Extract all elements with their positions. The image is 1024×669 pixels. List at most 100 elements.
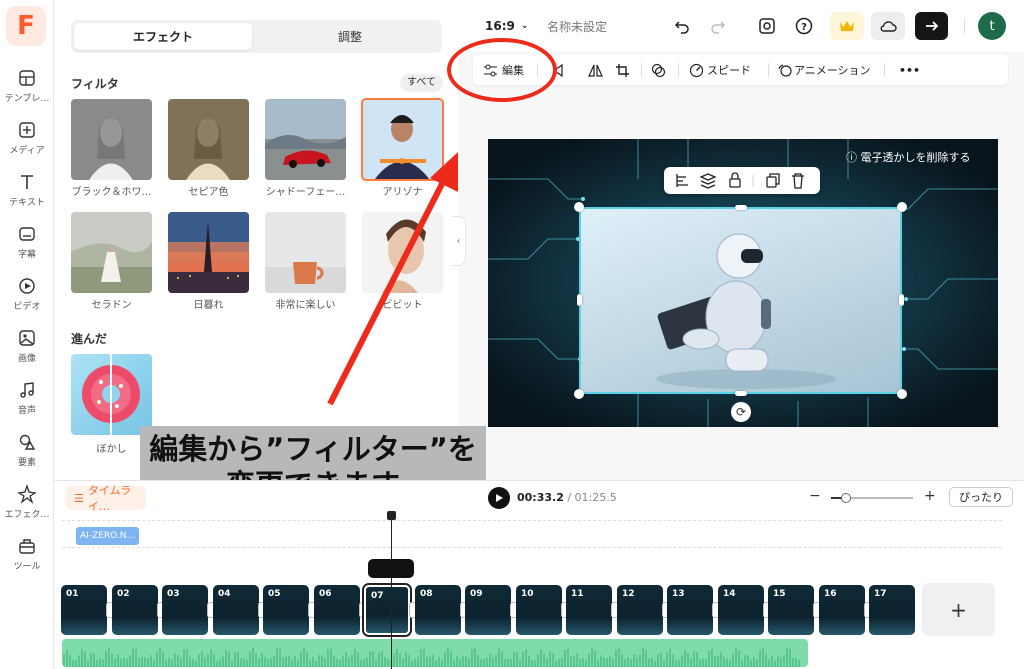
- play-button[interactable]: [488, 487, 510, 509]
- clip-number: 08: [420, 589, 433, 599]
- resize-handle[interactable]: [574, 389, 584, 399]
- avatar[interactable]: t: [978, 12, 1006, 40]
- timeline-clip[interactable]: 10: [516, 585, 562, 635]
- redo-icon: [711, 21, 726, 34]
- clip-thumbnail: [213, 617, 259, 635]
- divider: [964, 18, 965, 34]
- timeline-clip[interactable]: 16: [819, 585, 865, 635]
- filter-thumbnail[interactable]: [361, 98, 444, 181]
- export-button[interactable]: [915, 12, 948, 40]
- timeline-clip[interactable]: 03: [162, 585, 208, 635]
- playhead[interactable]: [391, 514, 392, 669]
- cloud-icon: [880, 21, 897, 32]
- music-icon: [20, 382, 34, 398]
- audio-waveform: [63, 647, 800, 667]
- sidebar-item-media-add[interactable]: メディア: [0, 118, 54, 164]
- clip-number: 15: [773, 589, 786, 599]
- divider: [768, 63, 769, 77]
- filter-effects-button[interactable]: [651, 60, 666, 80]
- sidebar-item-label: 字幕: [17, 250, 36, 260]
- filter-thumbnail[interactable]: [71, 212, 152, 293]
- timeline-clip[interactable]: 09: [465, 585, 511, 635]
- sidebar-item-subtitle[interactable]: 字幕: [0, 222, 54, 268]
- filter-thumbnail[interactable]: [362, 212, 443, 293]
- lock-icon: [729, 172, 741, 188]
- timeline-clip[interactable]: 15: [768, 585, 814, 635]
- resize-handle[interactable]: [897, 202, 907, 212]
- sidebar-item-effects[interactable]: エフェク…: [0, 482, 54, 528]
- filter-thumbnail[interactable]: [168, 99, 249, 180]
- timeline-clip[interactable]: 12: [617, 585, 663, 635]
- undo-button[interactable]: [671, 12, 693, 40]
- resize-handle[interactable]: [897, 389, 907, 399]
- chevron-down-icon: ⌄: [520, 21, 529, 31]
- zoom-slider[interactable]: [831, 493, 913, 503]
- selected-media[interactable]: [579, 207, 902, 394]
- robot-image: [656, 233, 836, 389]
- audio-track[interactable]: [62, 639, 808, 667]
- rotate-handle[interactable]: ⟳: [731, 402, 751, 422]
- left-sidebar: F テンプレ… メディアテキスト字幕ビデオ画像音声要素エフェク… ツール: [0, 0, 54, 669]
- help-button[interactable]: ?: [792, 12, 816, 40]
- timeline-clip[interactable]: 13: [667, 585, 713, 635]
- blur-thumbnail[interactable]: [71, 354, 152, 435]
- flip-button[interactable]: [588, 60, 603, 80]
- tab-effects[interactable]: エフェクト: [74, 23, 252, 50]
- timeline-toggle-button[interactable]: ☰ タイムライ…: [66, 484, 146, 513]
- filter-thumbnail[interactable]: [71, 99, 152, 180]
- speed-button[interactable]: スピード: [689, 60, 751, 80]
- timeline-clip[interactable]: 11: [566, 585, 612, 635]
- zoom-slider-knob[interactable]: [840, 493, 851, 503]
- sidebar-item-text[interactable]: テキスト: [0, 170, 54, 216]
- watermark-label: 電子透かしを削除する: [860, 151, 971, 164]
- timeline-clip[interactable]: 08: [415, 585, 461, 635]
- timeline-clip[interactable]: 02: [112, 585, 158, 635]
- timeline-clip[interactable]: 04: [213, 585, 259, 635]
- zoom-out-button[interactable]: −: [809, 488, 821, 504]
- remove-watermark-button[interactable]: ⓘ 電子透かしを削除する: [846, 149, 971, 165]
- app-logo[interactable]: F: [6, 6, 46, 46]
- filter-thumbnail[interactable]: [265, 99, 346, 180]
- more-options-button[interactable]: •••: [899, 60, 920, 80]
- timeline-clip[interactable]: 14: [718, 585, 764, 635]
- tab-adjust[interactable]: 調整: [261, 23, 439, 50]
- timeline-clip[interactable]: 07: [364, 585, 410, 635]
- sidebar-item-template[interactable]: テンプレ…: [0, 66, 54, 112]
- project-name[interactable]: 名称未設定: [547, 12, 607, 40]
- clip-thumbnail: [61, 617, 107, 635]
- resize-handle[interactable]: [735, 205, 747, 210]
- redo-button[interactable]: [707, 12, 729, 40]
- record-button[interactable]: [755, 12, 779, 40]
- crop-button[interactable]: [615, 60, 630, 80]
- timeline-clip[interactable]: 05: [263, 585, 309, 635]
- image-icon: [19, 330, 35, 346]
- clip-number: 09: [470, 589, 483, 599]
- resize-handle[interactable]: [574, 202, 584, 212]
- sidebar-item-music[interactable]: 音声: [0, 378, 54, 424]
- see-all-button[interactable]: すべて: [400, 74, 443, 92]
- text-clip[interactable]: AI-ZERO.N…: [76, 527, 140, 545]
- timeline-clip[interactable]: 01: [61, 585, 107, 635]
- resize-handle[interactable]: [899, 294, 904, 306]
- timeline-clip[interactable]: 06: [314, 585, 360, 635]
- aspect-ratio-selector[interactable]: 16:9 ⌄: [485, 12, 528, 40]
- animation-button[interactable]: アニメーション: [777, 60, 871, 80]
- collapse-panel-button[interactable]: ‹: [452, 216, 466, 266]
- sidebar-item-toolbox[interactable]: ツール: [0, 534, 54, 580]
- resize-handle[interactable]: [735, 391, 747, 396]
- filter-thumbnail[interactable]: [265, 212, 346, 293]
- resize-handle[interactable]: [577, 294, 582, 306]
- playhead-handle[interactable]: [387, 511, 396, 520]
- sidebar-item-image[interactable]: 画像: [0, 326, 54, 372]
- cloud-save-button[interactable]: [871, 12, 905, 40]
- filter-thumbnail[interactable]: [168, 212, 249, 293]
- playhead-marker[interactable]: [368, 559, 414, 578]
- sidebar-item-elements[interactable]: 要素: [0, 430, 54, 476]
- add-clip-button[interactable]: +: [922, 583, 995, 636]
- clip-number: 17: [874, 589, 887, 599]
- timeline-clip[interactable]: 17: [869, 585, 915, 635]
- zoom-in-button[interactable]: +: [924, 488, 936, 504]
- sidebar-item-video[interactable]: ビデオ: [0, 274, 54, 320]
- fit-button[interactable]: ぴったり: [949, 487, 1013, 507]
- premium-button[interactable]: [830, 12, 864, 40]
